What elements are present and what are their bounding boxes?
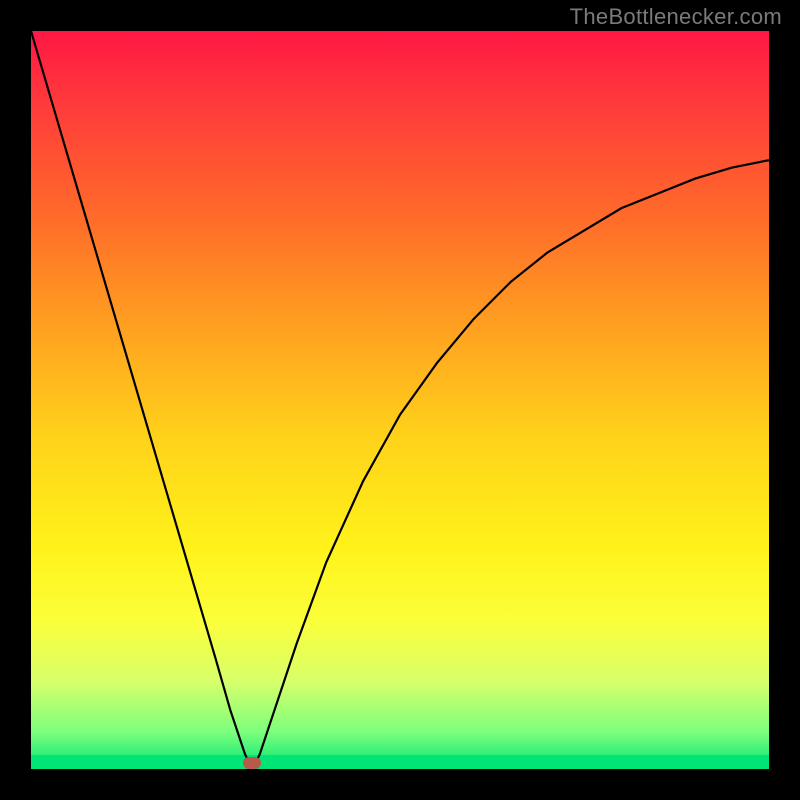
bottleneck-curve	[31, 31, 769, 769]
chart-frame: TheBottlenecker.com	[0, 0, 800, 800]
plot-area	[31, 31, 769, 769]
attribution-text: TheBottlenecker.com	[570, 4, 782, 30]
optimum-marker	[243, 757, 261, 769]
